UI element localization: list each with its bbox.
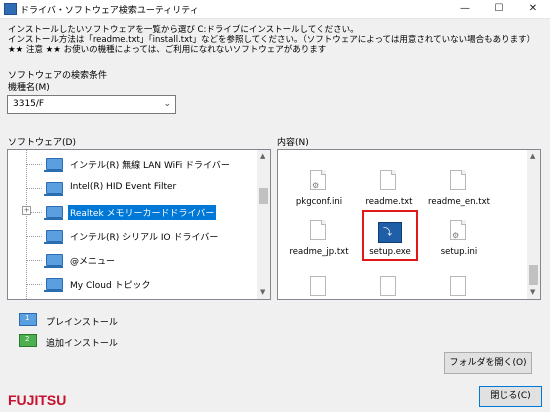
preinstall-icon [44, 278, 63, 292]
file-icon-partial[interactable] [380, 276, 396, 296]
additional-legend-label: 追加インストール [46, 339, 118, 349]
tree-connector [26, 164, 42, 165]
chevron-down-icon: ⌄ [163, 99, 171, 109]
tree-connector [26, 260, 42, 261]
preinstall-icon [44, 254, 63, 268]
preinstall-icon [44, 206, 63, 220]
tree-item-realtek[interactable]: + Realtek メモリーカードドライバー [8, 201, 253, 224]
additional-legend-icon: 2 [19, 334, 37, 347]
tree-item-at-menu[interactable]: @メニュー [8, 249, 253, 272]
scroll-up-icon[interactable]: ▲ [260, 152, 265, 160]
contents-label: 内容(N) [277, 138, 309, 148]
scroll-down-icon[interactable]: ▼ [260, 288, 265, 296]
fujitsu-logo: FUJITSU [8, 392, 67, 408]
scroll-up-icon[interactable]: ▲ [530, 152, 535, 160]
title-bar: ドライバ・ソフトウェア検索ユーティリティ — ☐ ✕ [0, 0, 550, 19]
minimize-button[interactable]: — [448, 0, 482, 18]
close-window-button[interactable]: ✕ [516, 0, 550, 18]
file-setup-ini[interactable]: ⚙ setup.ini [424, 214, 494, 274]
tree-scrollbar[interactable]: ▲ ▼ [257, 150, 270, 299]
file-name: readme_en.txt [428, 197, 490, 207]
tree-item-label: インテル(R) 無線 LAN WiFi ドライバー [70, 161, 230, 171]
tree-item-label: @メニュー [70, 257, 116, 267]
tree-connector [31, 212, 42, 213]
model-value: 3315/F [13, 99, 45, 109]
tree-item-label: Realtek メモリーカードドライバー [68, 205, 217, 220]
tree-item-my-cloud[interactable]: My Cloud トピック [8, 273, 253, 296]
model-select[interactable]: 3315/F ⌄ [7, 95, 176, 114]
preinstall-icon [44, 182, 63, 196]
model-label: 機種名(M) [8, 83, 50, 93]
app-icon [4, 3, 17, 15]
open-folder-button[interactable]: フォルダを開く(O) [444, 352, 532, 374]
text-file-icon [310, 220, 326, 240]
file-name: readme_jp.txt [289, 247, 349, 257]
tree-connector [26, 284, 42, 285]
tree-item-hid[interactable]: Intel(R) HID Event Filter [8, 177, 253, 200]
preinstall-icon [44, 158, 63, 172]
tree-item-label: Intel(R) HID Event Filter [70, 182, 177, 192]
preinstall-icon [44, 230, 63, 244]
file-setup-exe[interactable]: ⤵ setup.exe [355, 214, 425, 274]
file-icon-partial[interactable] [450, 276, 466, 296]
text-file-icon [450, 170, 466, 190]
tree-item-label: My Cloud トピック [70, 281, 151, 291]
preinstall-legend-label: プレインストール [46, 318, 118, 328]
contents-scroll-thumb[interactable] [529, 265, 538, 285]
tree-connector [26, 236, 42, 237]
info-line-3: ★★ 注意 ★★ お使いの機種によっては、ご利用になれないソフトウェアがあります [8, 45, 327, 55]
gear-icon: ⚙ [312, 181, 320, 190]
file-readme-jp-txt[interactable]: readme_jp.txt [284, 214, 354, 274]
scroll-down-icon[interactable]: ▼ [530, 288, 535, 296]
file-name: setup.exe [369, 247, 411, 257]
gear-icon: ⚙ [452, 231, 460, 240]
setup-exe-icon: ⤵ [378, 222, 402, 243]
file-name: pkgconf.ini [295, 197, 343, 207]
file-name: setup.ini [440, 247, 478, 257]
tree-item-wifi[interactable]: インテル(R) 無線 LAN WiFi ドライバー [8, 153, 253, 176]
contents-view[interactable]: ⚙ pkgconf.ini readme.txt readme_en.txt r… [277, 149, 541, 300]
text-file-icon [380, 170, 396, 190]
preinstall-legend-icon: 1 [19, 313, 37, 326]
tree-item-serial-io[interactable]: インテル(R) シリアル IO ドライバー [8, 225, 253, 248]
tree-item-label: インテル(R) シリアル IO ドライバー [70, 233, 219, 243]
maximize-button[interactable]: ☐ [482, 0, 516, 18]
tree-scroll-thumb[interactable] [259, 188, 268, 204]
software-tree[interactable]: インテル(R) 無線 LAN WiFi ドライバー Intel(R) HID E… [7, 149, 271, 300]
contents-scrollbar[interactable]: ▲ ▼ [527, 150, 540, 299]
software-label: ソフトウェア(D) [8, 138, 76, 148]
window-title: ドライバ・ソフトウェア検索ユーティリティ [20, 6, 199, 16]
tree-connector [26, 188, 42, 189]
expand-icon[interactable]: + [22, 206, 31, 215]
close-button[interactable]: 閉じる(C) [479, 386, 542, 407]
file-name: readme.txt [365, 197, 413, 207]
file-icon-partial[interactable] [310, 276, 326, 296]
